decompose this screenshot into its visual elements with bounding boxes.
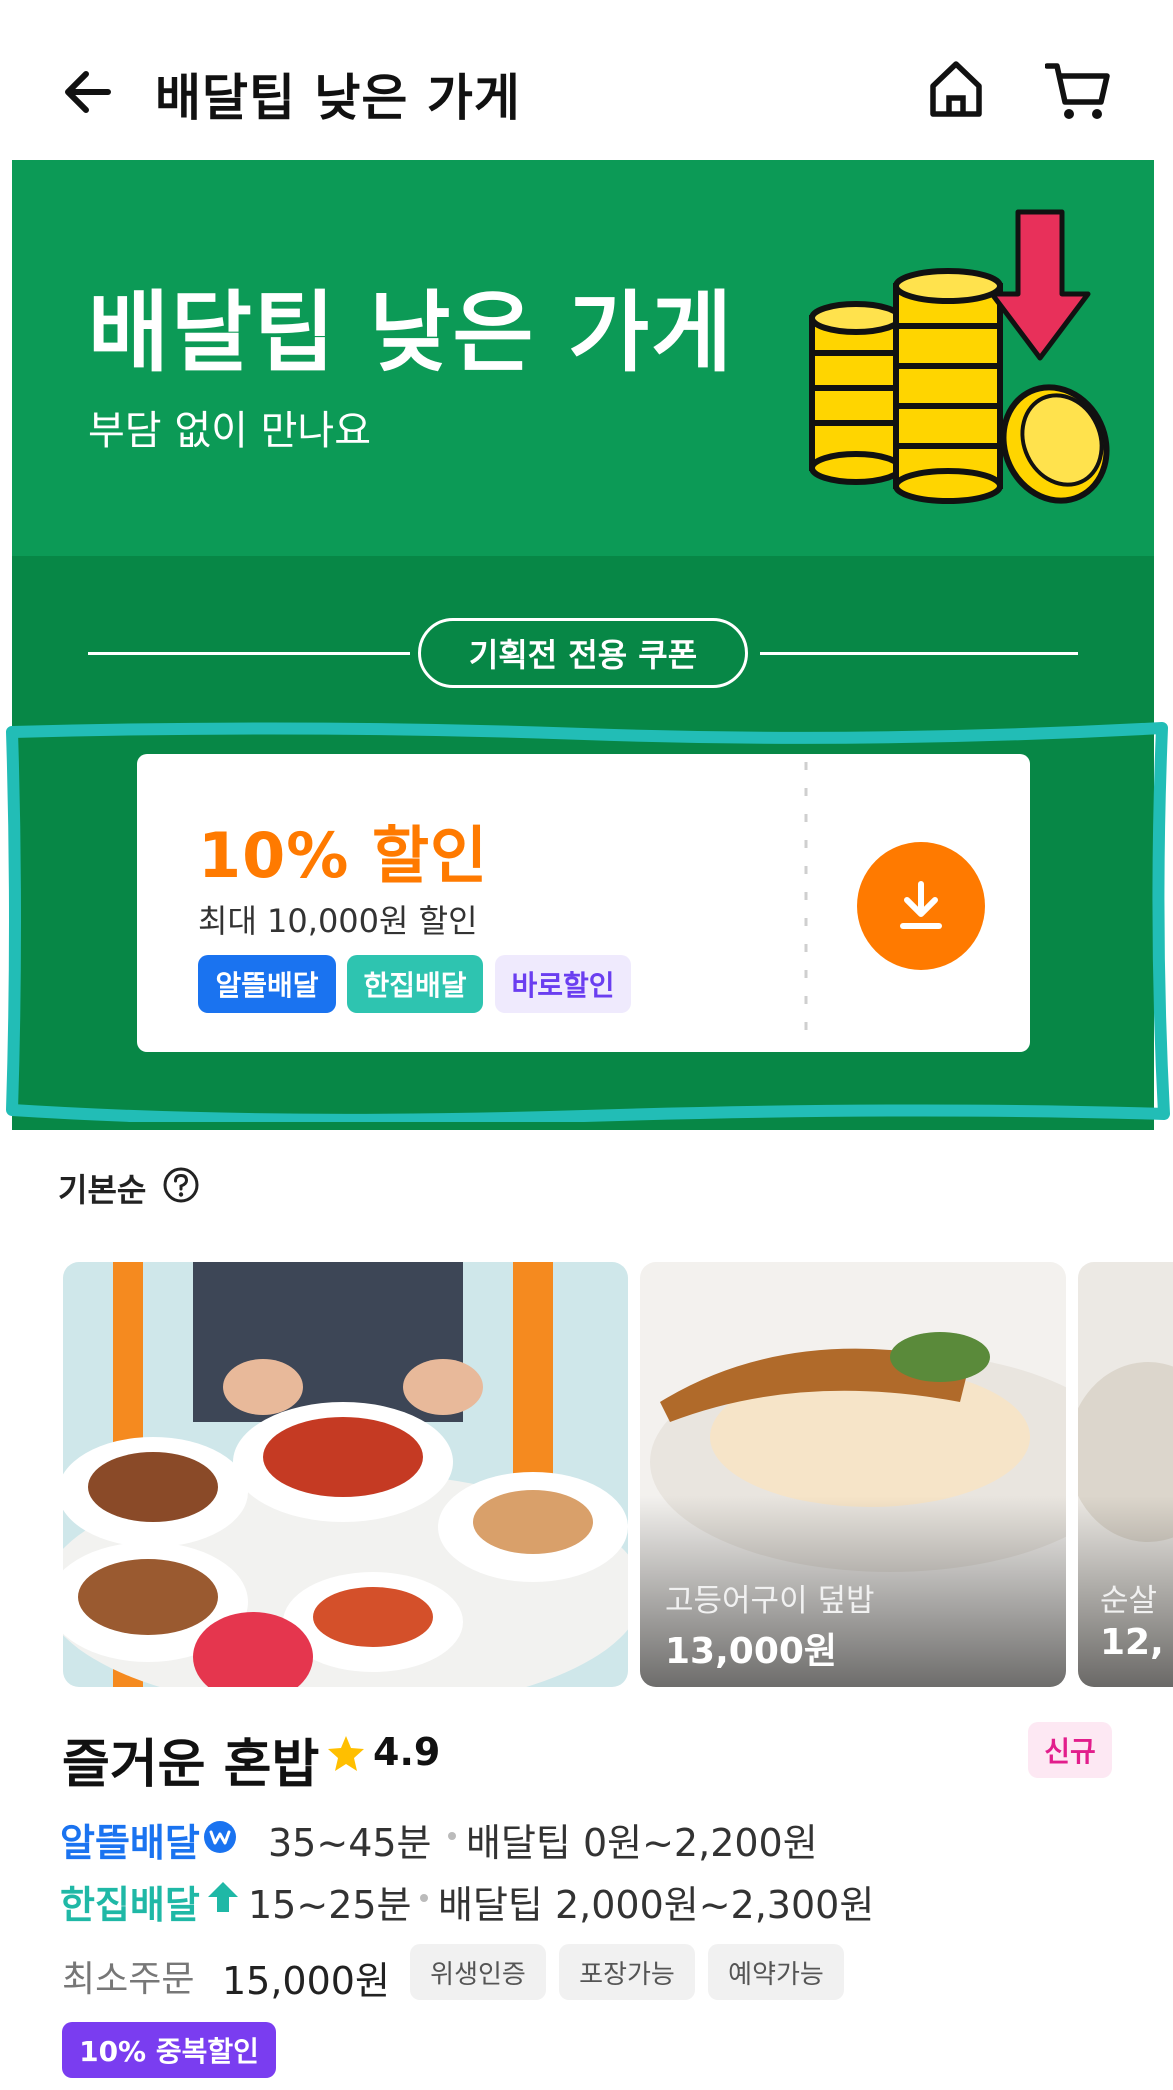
download-icon [900, 881, 942, 929]
reservation-chip: 예약가능 [708, 1944, 844, 2000]
hygiene-chip: 위생인증 [410, 1944, 546, 2000]
star-icon [328, 1736, 364, 1771]
home-icon[interactable] [925, 58, 987, 120]
delivery-time: 35~45분 [268, 1821, 432, 1865]
separator-dot [420, 1894, 428, 1902]
banner-title: 배달팁 낮은 가게 [88, 281, 734, 384]
separator-dot [448, 1832, 456, 1840]
new-badge: 신규 [1028, 1722, 1112, 1778]
budget-delivery-icon [204, 1821, 236, 1853]
min-order-value: 15,000원 [222, 1959, 390, 2003]
coins-illustration [809, 209, 1110, 504]
tag-single-delivery: 한집배달 [347, 955, 483, 1013]
store-name[interactable]: 즐거운 혼밥 [62, 1722, 319, 1797]
min-order-label: 최소주문 [62, 1959, 195, 2000]
tag-instant-discount: 바로할인 [495, 955, 631, 1013]
divider-line [88, 652, 410, 655]
tag-budget-delivery: 알뜰배달 [198, 955, 336, 1013]
coupon-max-discount: 최대 10,000원 할인 [198, 902, 478, 940]
cart-icon[interactable] [1045, 60, 1111, 122]
single-delivery-label: 한집배달 [60, 1883, 200, 1927]
menu-item-name: 순살 [1100, 1583, 1158, 1619]
budget-delivery-label: 알뜰배달 [60, 1821, 200, 1865]
page-title: 배달팁 낮은 가게 [155, 69, 521, 127]
takeout-chip: 포장가능 [559, 1944, 695, 2000]
menu-item-price: 13,000원 [665, 1631, 838, 1672]
back-arrow-icon[interactable] [58, 62, 118, 122]
delivery-time: 15~25분 [248, 1883, 412, 1927]
delivery-tip: 배달팁 0원~2,200원 [466, 1821, 818, 1865]
coupon-perforation [804, 762, 808, 1046]
divider-line [760, 652, 1078, 655]
coupon-download-button[interactable] [857, 842, 985, 970]
sort-selector[interactable]: 기본순 [58, 1165, 146, 1211]
menu-item-name: 고등어구이 덮밥 [665, 1583, 875, 1619]
store-rating: 4.9 [373, 1730, 441, 1774]
delivery-tip: 배달팁 2,000원~2,300원 [438, 1883, 875, 1927]
coupon-section-heading: 기획전 전용 쿠폰 [418, 618, 748, 688]
coupon-discount: 10% 할인 [198, 819, 489, 892]
question-circle-icon[interactable] [162, 1166, 200, 1204]
banner-subtitle: 부담 없이 만나요 [88, 408, 372, 454]
single-delivery-icon [208, 1882, 238, 1912]
menu-item-price: 12, [1100, 1622, 1164, 1663]
promo-badge: 10% 중복할인 [62, 2022, 276, 2078]
store-main-photo[interactable] [63, 1262, 628, 1687]
